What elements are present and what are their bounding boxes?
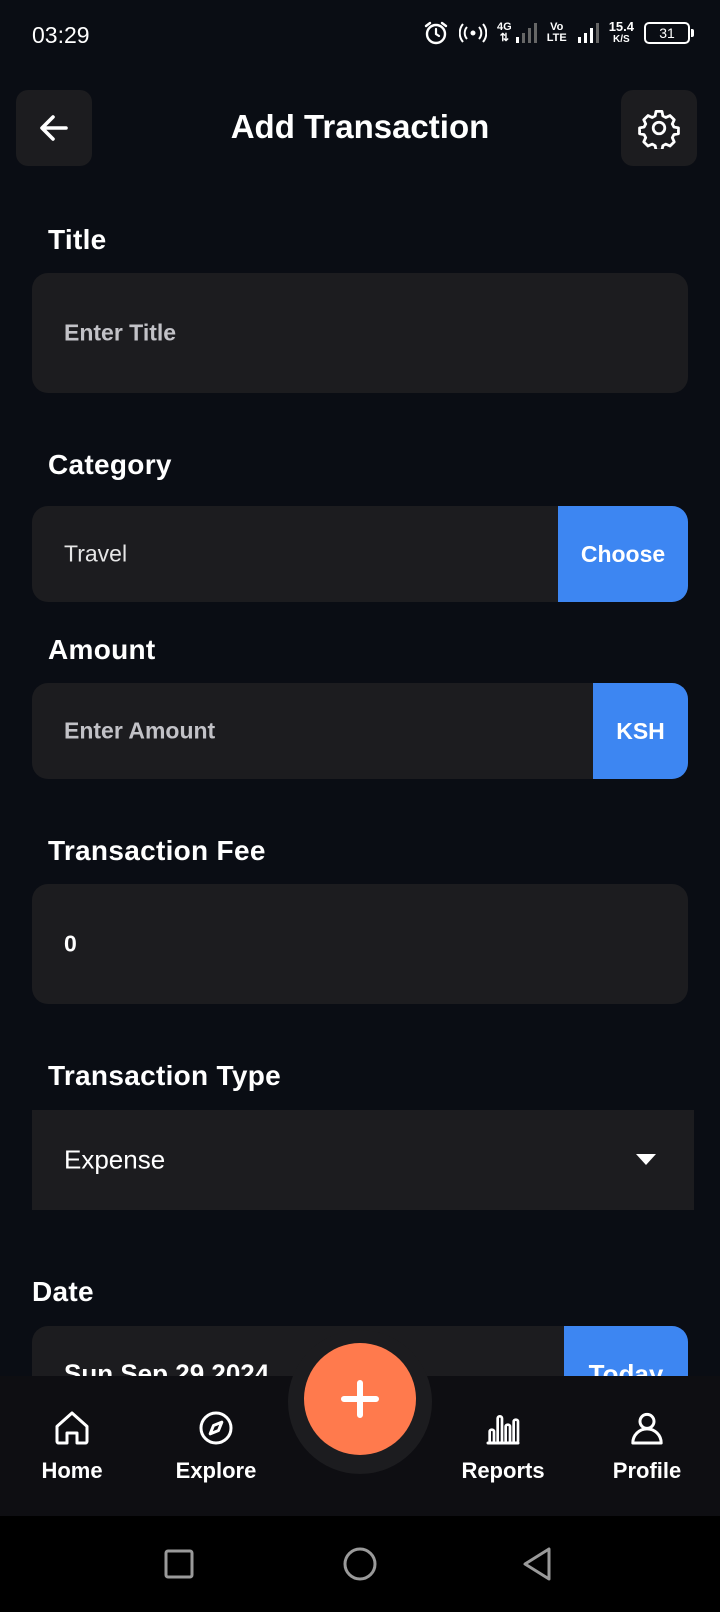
fee-label: Transaction Fee (48, 835, 266, 866)
home-icon (55, 1411, 89, 1445)
volte-bottom-label: LTE (546, 32, 567, 44)
network-speed-value: 15.4 (608, 19, 634, 34)
title-label: Title (48, 224, 107, 255)
fee-input[interactable]: 0 (32, 884, 688, 1004)
nav-reports-label: Reports (461, 1458, 545, 1483)
system-nav-bar (0, 1516, 720, 1612)
bar-chart-icon (486, 1415, 520, 1445)
date-label: Date (32, 1276, 94, 1307)
network-speed-unit: K/S (613, 34, 630, 45)
status-bar: 03:29 4G ⇅ Vo LTE 15.4 K/S 31 (0, 0, 720, 72)
category-field[interactable]: Travel Choose (32, 506, 688, 602)
settings-button[interactable] (621, 90, 697, 166)
caret-down-icon (636, 1154, 656, 1165)
signal-icon (515, 23, 537, 43)
nav-explore-label: Explore (175, 1458, 257, 1483)
amount-placeholder: Enter Amount (64, 717, 216, 744)
user-icon (631, 1412, 663, 1445)
signal-icon (577, 23, 599, 43)
status-icons: 4G ⇅ Vo LTE 15.4 K/S 31 (423, 19, 694, 46)
title-placeholder: Enter Title (64, 319, 177, 346)
nav-home[interactable]: Home (12, 1408, 132, 1484)
category-label: Category (48, 449, 172, 480)
currency-button[interactable]: KSH (593, 683, 688, 779)
category-value: Travel (64, 540, 128, 567)
type-label: Transaction Type (48, 1060, 282, 1091)
plus-icon (341, 1380, 379, 1418)
title-input[interactable]: Enter Title (32, 273, 688, 393)
nav-explore[interactable]: Explore (156, 1408, 276, 1484)
back-triangle-icon[interactable] (518, 1544, 558, 1584)
gear-icon (638, 109, 680, 149)
recents-icon[interactable] (159, 1544, 199, 1584)
home-circle-icon[interactable] (340, 1544, 380, 1584)
volte-indicator: Vo LTE (547, 22, 567, 44)
page-title: Add Transaction (230, 108, 490, 145)
fee-value: 0 (64, 930, 77, 957)
type-value: Expense (64, 1144, 166, 1175)
battery-icon: 31 (644, 22, 694, 44)
nav-profile-label: Profile (612, 1458, 682, 1483)
network-4g-indicator: 4G ⇅ (497, 22, 537, 44)
add-fab-button[interactable] (304, 1343, 416, 1455)
alarm-icon (424, 21, 448, 45)
nav-reports[interactable]: Reports (443, 1408, 563, 1484)
choose-category-button[interactable]: Choose (558, 506, 688, 602)
amount-label: Amount (48, 634, 156, 665)
compass-icon (199, 1411, 233, 1445)
network-speed: 15.4 K/S (608, 19, 634, 45)
nav-profile[interactable]: Profile (587, 1408, 707, 1484)
nav-home-label: Home (41, 1458, 103, 1483)
hotspot-icon (459, 23, 488, 43)
transaction-type-select[interactable]: Expense (32, 1110, 694, 1210)
status-time: 03:29 (32, 22, 90, 48)
amount-input[interactable]: Enter Amount KSH (32, 683, 688, 779)
network-4g-label: 4G (497, 21, 512, 33)
